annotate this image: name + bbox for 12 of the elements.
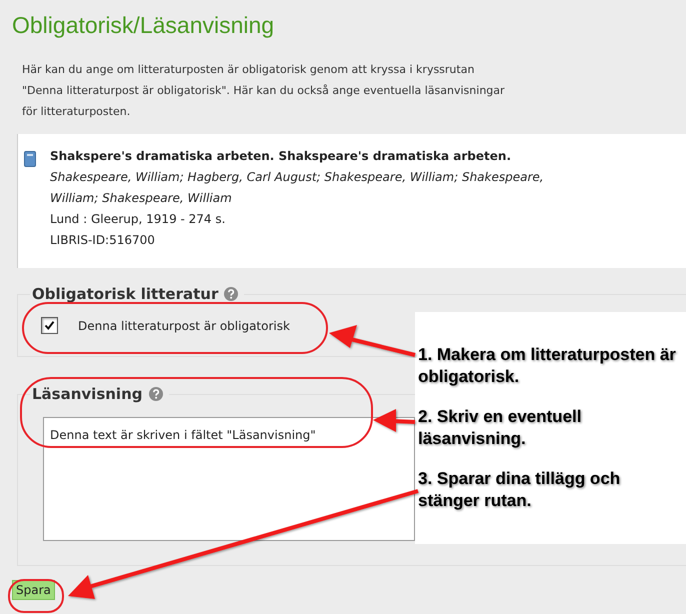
record-authors: Shakespeare, William; Hagberg, Carl August; Shakespeare, William; Shakespeare, William; Shakespeare, William bbox=[50, 169, 545, 207]
callout-text: 2. Skriv en eventuell läsanvisning. bbox=[418, 406, 582, 450]
dialog-title: Obligatorisk/Läsanvisning bbox=[11, 11, 276, 39]
checkbox-label: Denna litteraturpost är obligatorisk bbox=[78, 318, 290, 332]
callout-text: 3. Sparar dina tillägg och stänger rutan. bbox=[418, 468, 622, 512]
record-id: LIBRIS-ID:516700 bbox=[50, 232, 156, 249]
description-text: Här kan du ange om litteraturposten är obligatorisk genom att kryssa i kryssrutan "Denna litteraturpost är obligatorisk". Här kan du också ange eventuella läsanvisningar för litteraturposten. bbox=[22, 62, 506, 120]
fieldset-legend: Läsanvisning bbox=[32, 385, 142, 403]
fieldset-legend: Obligatorisk litteratur bbox=[32, 285, 218, 303]
record-title: Shakspere's dramatiska arbeten. Shakspeare's dramatiska arbeten. bbox=[50, 148, 512, 165]
record-publication: Lund : Gleerup, 1919 - 274 s. bbox=[50, 211, 226, 228]
callout-text: 1. Makera om litteraturposten är obligatorisk. bbox=[418, 344, 677, 388]
